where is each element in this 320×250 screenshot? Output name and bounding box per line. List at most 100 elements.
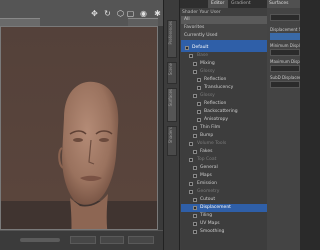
property-slider[interactable]: [270, 65, 300, 72]
viewport-toolbar: ✥ ↻ ⬡ ▢ ◉ ✱: [0, 0, 163, 26]
checkbox[interactable]: [193, 150, 197, 154]
panel-title: Shader Your User: [182, 10, 221, 15]
strip-tab-label: Shaders: [168, 127, 173, 144]
viewport-border-left: [0, 26, 1, 230]
viewport-border-right: [157, 26, 158, 230]
strip-tab-scene[interactable]: Scene: [167, 62, 177, 84]
checkbox[interactable]: [189, 182, 193, 186]
tree-row-label: Glossy: [200, 69, 215, 74]
tree-row-label: Reflection: [204, 101, 227, 106]
app-window: ✥ ↻ ⬡ ▢ ◉ ✱ Preferences Scene Surfaces S…: [0, 0, 300, 250]
strip-tab-label: Surfaces: [168, 89, 173, 107]
tab-editor[interactable]: Editor: [208, 0, 228, 8]
tree-row-label: General: [200, 165, 218, 170]
surface-tree: Default Base Mixing Glossy Reflection Tr…: [181, 40, 267, 250]
side-tab-strip: Preferences Scene Surfaces Shaders: [163, 0, 180, 250]
tree-row-label: Cutout: [200, 197, 216, 202]
sphere-icon[interactable]: ◉: [139, 9, 148, 18]
filter-list: All Favorites Currently Used: [181, 16, 267, 40]
checkbox[interactable]: [193, 174, 197, 178]
checkbox[interactable]: [197, 110, 201, 114]
checkbox[interactable]: [193, 230, 197, 234]
tree-row-label: Bump: [200, 133, 214, 138]
checkbox[interactable]: [197, 118, 201, 122]
strip-tab-preferences[interactable]: Preferences: [167, 20, 177, 58]
tree-row-label: Tiling: [200, 213, 213, 218]
tree-row-label: Anisotropy: [204, 117, 229, 122]
head-model[interactable]: [50, 78, 124, 230]
checkbox[interactable]: [193, 214, 197, 218]
tree-row-label: Fakes: [200, 149, 213, 154]
panel-tab-bar: Editor Gradient: [180, 0, 267, 8]
property-slider[interactable]: [270, 33, 300, 40]
footer-button-1[interactable]: [70, 236, 96, 244]
properties-panel: Surfaces Displacement Str Minimum Displa…: [267, 0, 300, 250]
footer-button-2[interactable]: [100, 236, 124, 244]
frame-icon[interactable]: ▢: [126, 9, 135, 18]
tree-row-label: Geometry: [197, 189, 220, 194]
surfaces-panel: Editor Gradient Shader Your User All Fav…: [180, 0, 267, 250]
viewport-panel: ✥ ↻ ⬡ ▢ ◉ ✱: [0, 0, 163, 250]
viewport-tab-secondary[interactable]: [128, 18, 158, 26]
settings-icon[interactable]: ✱: [153, 9, 162, 18]
checkbox[interactable]: [197, 78, 201, 82]
checkbox[interactable]: [193, 198, 197, 202]
checkbox[interactable]: [193, 70, 197, 74]
strip-tab-label: Scene: [168, 63, 173, 76]
tree-row-label: Backscattering: [204, 109, 238, 114]
tree-row-label: Reflection: [204, 77, 227, 82]
checkbox[interactable]: [197, 86, 201, 90]
viewport-border-top: [0, 26, 158, 27]
tree-row-smoothing[interactable]: Smoothing: [181, 228, 267, 236]
checkbox[interactable]: [197, 102, 201, 106]
property-slider[interactable]: [270, 81, 300, 88]
tree-row-label: Top Coat: [197, 157, 217, 162]
checkbox[interactable]: [189, 54, 193, 58]
strip-tab-label: Preferences: [168, 21, 173, 45]
property-label: Maximum Displace: [270, 59, 300, 64]
scale-icon[interactable]: ⬡: [116, 9, 125, 18]
tree-row-label: Displacement: [200, 205, 231, 210]
tree-row-label: Thin Film: [200, 125, 221, 130]
strip-tab-surfaces[interactable]: Surfaces: [167, 88, 177, 122]
props-tab-bar: Surfaces: [267, 0, 300, 8]
timeline-slider[interactable]: [20, 238, 60, 242]
footer-button-3[interactable]: [128, 236, 154, 244]
checkbox[interactable]: [193, 126, 197, 130]
checkbox[interactable]: [193, 206, 197, 210]
strip-tab-shaders[interactable]: Shaders: [167, 126, 177, 156]
tree-row-label: Base: [197, 53, 208, 58]
property-label: Displacement Str: [270, 27, 300, 32]
checkbox[interactable]: [189, 158, 193, 162]
filter-currently-used[interactable]: Currently Used: [181, 32, 267, 40]
tree-row-label: Volume Tools: [197, 141, 227, 146]
checkbox[interactable]: [193, 166, 197, 170]
property-label: Minimum Displace: [270, 43, 300, 48]
property-filter-field[interactable]: [270, 14, 300, 21]
property-label: SubD Displacement: [270, 75, 300, 80]
tab-gradient[interactable]: Gradient: [228, 0, 258, 8]
tree-row-label: Maps: [200, 173, 212, 178]
checkbox[interactable]: [189, 142, 193, 146]
checkbox[interactable]: [193, 134, 197, 138]
checkbox[interactable]: [189, 190, 193, 194]
tree-row-label: Default: [192, 45, 209, 50]
property-slider[interactable]: [270, 49, 300, 56]
tree-row-label: Translucency: [204, 85, 234, 90]
viewport-tab[interactable]: [0, 18, 40, 26]
checkbox[interactable]: [185, 46, 189, 50]
filter-all[interactable]: All: [181, 16, 267, 24]
checkbox[interactable]: [193, 94, 197, 98]
rotate-icon[interactable]: ↻: [103, 9, 112, 18]
tree-row-label: Glossy: [200, 93, 215, 98]
tab-surfaces[interactable]: Surfaces: [267, 0, 300, 8]
tree-row-label: Mixing: [200, 61, 215, 66]
filter-favorites[interactable]: Favorites: [181, 24, 267, 32]
tree-row-label: Smoothing: [200, 229, 225, 234]
render-scene[interactable]: [0, 26, 158, 230]
move-icon[interactable]: ✥: [90, 9, 99, 18]
tree-row-label: Emission: [197, 181, 218, 186]
tree-row-label: UV Maps: [200, 221, 220, 226]
checkbox[interactable]: [193, 222, 197, 226]
checkbox[interactable]: [193, 62, 197, 66]
